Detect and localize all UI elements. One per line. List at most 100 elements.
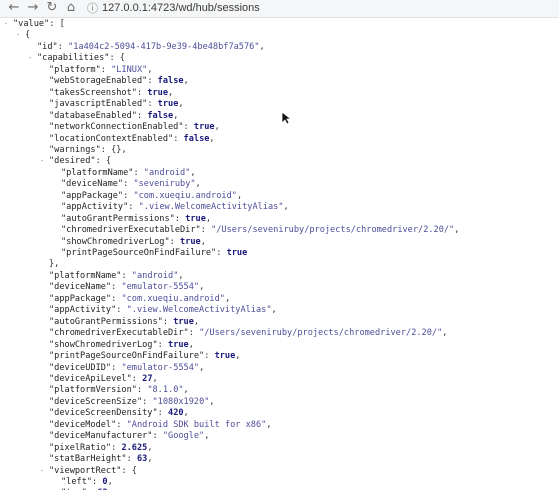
json-line: "showChromedriverLog": true,: [52, 236, 206, 248]
json-line: -{: [16, 29, 30, 41]
json-line: "takesScreenshot": true,: [40, 87, 173, 99]
json-punctuation: ,: [259, 41, 265, 52]
json-punctuation: :: [123, 179, 134, 190]
json-key: "appPackage": [61, 190, 124, 201]
json-punctuation: :: [169, 236, 181, 247]
json-value: true: [157, 99, 179, 110]
json-punctuation: ,: [168, 87, 174, 98]
json-key: "deviceUDID": [49, 362, 112, 373]
json-value: false: [183, 133, 210, 144]
json-punctuation: ,: [107, 477, 113, 487]
info-icon[interactable]: ⓘ: [87, 1, 98, 16]
json-value: "Google": [162, 431, 205, 442]
json-value: true: [214, 351, 236, 362]
json-line: "deviceName": "emulator-5554",: [40, 281, 204, 293]
json-value: false: [157, 76, 184, 87]
json-value: 2.625: [121, 442, 148, 453]
json-line: "networkConnectionEnabled": true,: [40, 121, 220, 133]
json-value: "com.xueqiu.android": [121, 293, 225, 304]
json-value: "com.xueqiu.android": [133, 190, 237, 201]
json-punctuation: ,: [183, 385, 189, 396]
json-punctuation: ,: [454, 225, 460, 236]
collapse-toggle-icon[interactable]: -: [16, 29, 25, 41]
json-value: true: [180, 236, 201, 247]
json-punctuation: :: [183, 122, 194, 133]
json-punctuation: :: [116, 305, 127, 316]
json-punctuation: ,: [283, 202, 289, 213]
json-line: "platform": "LINUX",: [40, 64, 153, 76]
json-line: "warnings": {},: [40, 144, 127, 156]
json-punctuation: ,: [147, 454, 153, 465]
json-value: 27: [142, 373, 153, 384]
json-key: "showChromedriverLog": [49, 339, 158, 350]
json-punctuation: ,: [205, 213, 212, 224]
reload-icon[interactable]: ↻: [44, 0, 60, 17]
json-value: true: [168, 339, 189, 350]
json-line: "deviceUDID": "emulator-5554",: [40, 362, 204, 374]
json-punctuation: ,: [200, 236, 206, 247]
json-key: "appActivity": [61, 202, 129, 213]
json-key: "chromedriverExecutableDir": [49, 328, 189, 339]
json-key: "networkConnectionEnabled": [49, 122, 184, 133]
json-value: ".view.WelcomeActivityAlias": [138, 202, 284, 213]
json-punctuation: : {: [95, 156, 112, 167]
json-value: "/Users/seveniruby/projects/chromedriver…: [199, 328, 443, 339]
json-line: "appActivity": ".view.WelcomeActivityAli…: [52, 201, 289, 213]
json-key: "desired": [49, 156, 96, 167]
json-punctuation: ,: [147, 64, 153, 75]
json-key: "viewportRect": [49, 465, 122, 476]
json-punctuation: :: [116, 419, 127, 430]
json-key: "id": [37, 41, 58, 52]
json-line: "chromedriverExecutableDir": "/Users/sev…: [52, 224, 459, 236]
json-punctuation: ,: [195, 179, 201, 190]
json-punctuation: ,: [193, 316, 200, 327]
browser-toolbar: ← → ↻ ⌂ ⓘ 127.0.0.1:4723/wd/hub/sessions: [0, 0, 559, 18]
address-bar[interactable]: 127.0.0.1:4723/wd/hub/sessions: [102, 0, 260, 17]
forward-arrow-icon[interactable]: →: [25, 0, 41, 17]
json-punctuation: ,: [204, 431, 210, 442]
json-punctuation: :: [100, 64, 112, 75]
json-value: true: [193, 122, 215, 133]
json-value: true: [226, 248, 248, 258]
json-value: "8.1.0": [147, 385, 184, 396]
collapse-toggle-icon[interactable]: -: [40, 155, 49, 167]
json-key: "takesScreenshot": [49, 87, 137, 98]
collapse-toggle-icon[interactable]: -: [28, 52, 37, 64]
json-key: "databaseEnabled": [49, 110, 137, 121]
collapse-toggle-icon[interactable]: -: [40, 465, 49, 477]
json-key: "capabilities": [37, 53, 110, 64]
json-key: "warnings": [49, 144, 101, 155]
json-punctuation: :: [136, 87, 148, 98]
json-key: "deviceName": [49, 282, 112, 293]
collapse-toggle-icon[interactable]: -: [4, 18, 13, 30]
json-key: "platform": [49, 64, 101, 75]
json-line: - "viewportRect": {: [40, 465, 137, 477]
json-line: "statBarHeight": 63,: [40, 453, 153, 465]
json-value: 420: [168, 408, 184, 419]
json-key: "printPageSourceOnFindFailure": [61, 248, 217, 258]
json-punctuation: :: [173, 133, 184, 144]
json-line: "pixelRatio": 2.625,: [40, 442, 153, 454]
json-value: "1a404c2-5094-417b-9e39-4be48bf7a576": [68, 41, 260, 52]
json-punctuation: ,: [183, 76, 189, 87]
json-key: "deviceScreenDensity": [49, 408, 158, 419]
json-punctuation: :: [200, 225, 212, 236]
json-value: true: [173, 316, 194, 327]
json-line: "appPackage": "com.xueqiu.android",: [52, 190, 242, 202]
json-key: "deviceManufacturer": [49, 431, 153, 442]
json-punctuation: ,: [188, 339, 194, 350]
json-line: "webStorageEnabled": false,: [40, 75, 189, 87]
json-punctuation: : {},: [100, 144, 127, 155]
home-icon[interactable]: ⌂: [63, 0, 79, 17]
json-line: "databaseEnabled": false,: [40, 110, 178, 122]
back-arrow-icon[interactable]: ←: [6, 0, 22, 17]
json-punctuation: :: [136, 110, 148, 121]
json-punctuation: :: [136, 385, 148, 396]
json-punctuation: :: [142, 396, 153, 407]
json-line: - "desired": {: [40, 155, 111, 167]
json-value: "Android SDK built for x86": [126, 419, 267, 430]
json-punctuation: ,: [183, 408, 189, 419]
json-value: "LINUX": [111, 64, 148, 75]
json-key: "showChromedriverLog": [61, 236, 170, 247]
json-key: "pixelRatio": [49, 442, 112, 453]
